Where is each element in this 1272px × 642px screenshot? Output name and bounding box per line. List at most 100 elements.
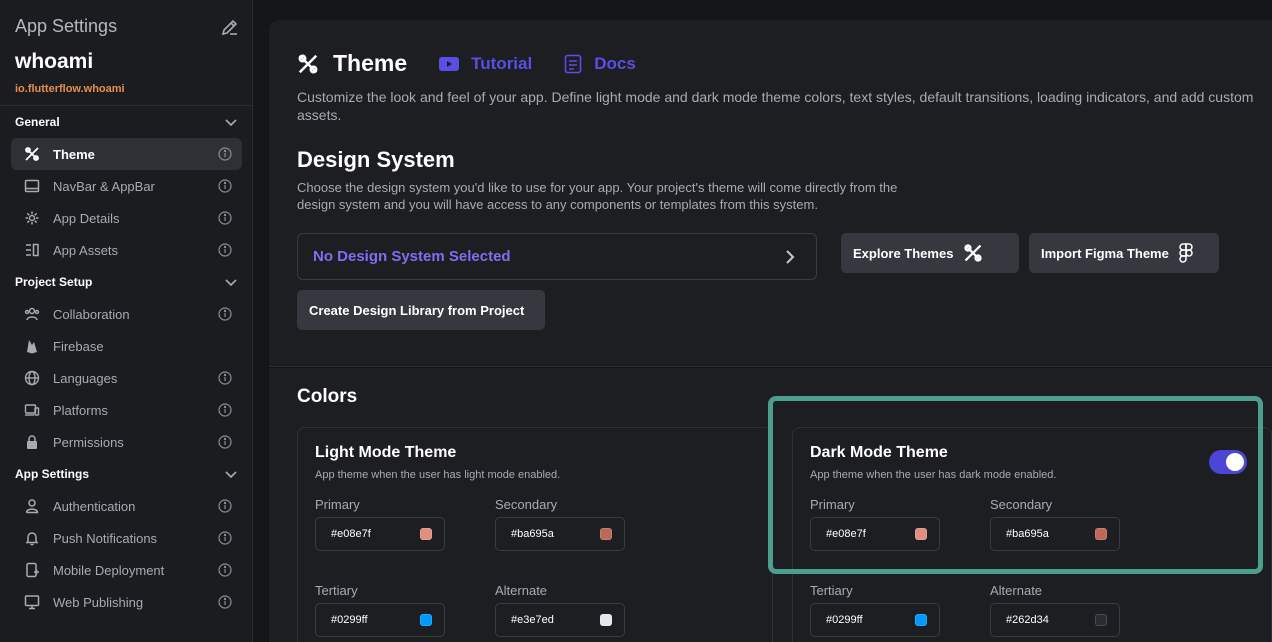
color-value: #0299ff (826, 614, 863, 626)
color-value: #e08e7f (826, 528, 866, 540)
colors-panel: Colors Light Mode Theme App theme when t… (269, 368, 1272, 642)
explore-themes-button[interactable]: Explore Themes (841, 233, 1019, 273)
sidebar-item-navbar[interactable]: NavBar & AppBar (11, 170, 242, 202)
info-icon[interactable] (218, 243, 232, 257)
section-general[interactable]: General (0, 106, 252, 138)
sidebar-item-collaboration[interactable]: Collaboration (11, 298, 242, 330)
theme-icon (298, 54, 318, 73)
sidebar-item-languages[interactable]: Languages (11, 362, 242, 394)
info-icon[interactable] (218, 563, 232, 577)
globe-icon (23, 369, 41, 387)
colors-title: Colors (297, 386, 358, 407)
chevron-down-icon (225, 471, 237, 479)
section-app-settings[interactable]: App Settings (0, 458, 252, 490)
sidebar-item-authentication[interactable]: Authentication (11, 490, 242, 522)
chevron-down-icon (225, 119, 237, 127)
info-icon[interactable] (218, 595, 232, 609)
color-swatch[interactable] (600, 528, 612, 540)
info-icon[interactable] (218, 435, 232, 449)
chevron-down-icon (225, 279, 237, 287)
lock-icon (23, 433, 41, 451)
sidebar-item-platforms[interactable]: Platforms (11, 394, 242, 426)
youtube-icon (439, 56, 460, 71)
sidebar-item-label: NavBar & AppBar (53, 178, 155, 194)
figma-icon (1179, 243, 1193, 263)
color-value: #e3e7ed (511, 614, 554, 626)
dark-mode-description: App theme when the user has dark mode en… (810, 469, 1057, 481)
info-icon[interactable] (218, 371, 232, 385)
color-value: #262d34 (1006, 614, 1049, 626)
sidebar-item-label: Platforms (53, 402, 108, 418)
primary-label: Primary (315, 497, 360, 512)
create-design-library-button[interactable]: Create Design Library from Project (297, 290, 545, 330)
light-mode-description: App theme when the user has light mode e… (315, 469, 561, 481)
sidebar-item-label: Web Publishing (53, 594, 144, 610)
import-figma-button[interactable]: Import Figma Theme (1029, 233, 1219, 273)
section-label: App Settings (15, 467, 89, 481)
tutorial-link[interactable]: Tutorial (439, 54, 532, 74)
alternate-color-field[interactable]: #262d34 (990, 603, 1120, 637)
color-swatch[interactable] (915, 528, 927, 540)
alternate-color-field[interactable]: #e3e7ed (495, 603, 625, 637)
design-system-title: Design System (297, 147, 455, 172)
sidebar-item-firebase[interactable]: Firebase (11, 330, 242, 362)
sidebar-item-label: Mobile Deployment (53, 562, 165, 578)
phone-upload-icon (23, 561, 41, 579)
sidebar-item-label: App Assets (53, 242, 119, 258)
alternate-label: Alternate (495, 583, 548, 598)
color-value: #e08e7f (331, 528, 371, 540)
sidebar-item-mobile-deployment[interactable]: Mobile Deployment (11, 554, 242, 586)
sidebar-item-permissions[interactable]: Permissions (11, 426, 242, 458)
info-icon[interactable] (218, 499, 232, 513)
page-title: Theme (333, 50, 408, 76)
sidebar-item-web-publishing[interactable]: Web Publishing (11, 586, 242, 618)
sidebar-item-push-notifications[interactable]: Push Notifications (11, 522, 242, 554)
color-swatch[interactable] (600, 614, 612, 626)
design-system-description: Choose the design system you'd like to u… (297, 180, 898, 212)
design-system-selector[interactable]: No Design System Selected (297, 233, 817, 280)
color-swatch[interactable] (1095, 614, 1107, 626)
dark-mode-panel: Dark Mode Theme App theme when the user … (792, 427, 1272, 642)
section-project-setup[interactable]: Project Setup (0, 266, 252, 298)
color-swatch[interactable] (420, 614, 432, 626)
info-icon[interactable] (218, 307, 232, 321)
sidebar-item-label: Theme (53, 146, 95, 162)
tertiary-color-field[interactable]: #0299ff (315, 603, 445, 637)
primary-color-field[interactable]: #e08e7f (315, 517, 445, 551)
section-label: Project Setup (15, 275, 93, 289)
info-icon[interactable] (218, 531, 232, 545)
primary-label: Primary (810, 497, 855, 512)
info-icon[interactable] (218, 147, 232, 161)
monitor-icon (23, 593, 41, 611)
secondary-color-field[interactable]: #ba695a (990, 517, 1120, 551)
user-icon (23, 497, 41, 515)
primary-color-field[interactable]: #e08e7f (810, 517, 940, 551)
secondary-label: Secondary (495, 497, 558, 512)
chevron-right-icon (786, 249, 795, 264)
create-design-library-label: Create Design Library from Project (309, 302, 525, 318)
docs-link[interactable]: Docs (564, 54, 636, 74)
sidebar-item-theme[interactable]: Theme (11, 138, 242, 170)
info-icon[interactable] (218, 179, 232, 193)
color-swatch[interactable] (1095, 528, 1107, 540)
dark-mode-toggle[interactable] (1209, 450, 1247, 474)
sidebar-item-label: Push Notifications (53, 530, 158, 546)
users-icon (23, 305, 41, 323)
alternate-label: Alternate (990, 583, 1043, 598)
tutorial-label: Tutorial (471, 53, 533, 73)
edit-icon[interactable] (220, 17, 240, 37)
secondary-color-field[interactable]: #ba695a (495, 517, 625, 551)
color-swatch[interactable] (915, 614, 927, 626)
info-icon[interactable] (218, 403, 232, 417)
info-icon[interactable] (218, 211, 232, 225)
sidebar-item-app-details[interactable]: App Details (11, 202, 242, 234)
sidebar: App Settings whoami io.flutterflow.whoam… (0, 0, 253, 642)
color-value: #ba695a (511, 528, 554, 540)
sidebar-item-app-assets[interactable]: App Assets (11, 234, 242, 266)
tertiary-color-field[interactable]: #0299ff (810, 603, 940, 637)
sidebar-item-label: App Details (53, 210, 120, 226)
theme-icon (23, 145, 41, 163)
color-swatch[interactable] (420, 528, 432, 540)
sidebar-header: App Settings whoami io.flutterflow.whoam… (0, 0, 252, 106)
sidebar-item-label: Permissions (53, 434, 124, 450)
